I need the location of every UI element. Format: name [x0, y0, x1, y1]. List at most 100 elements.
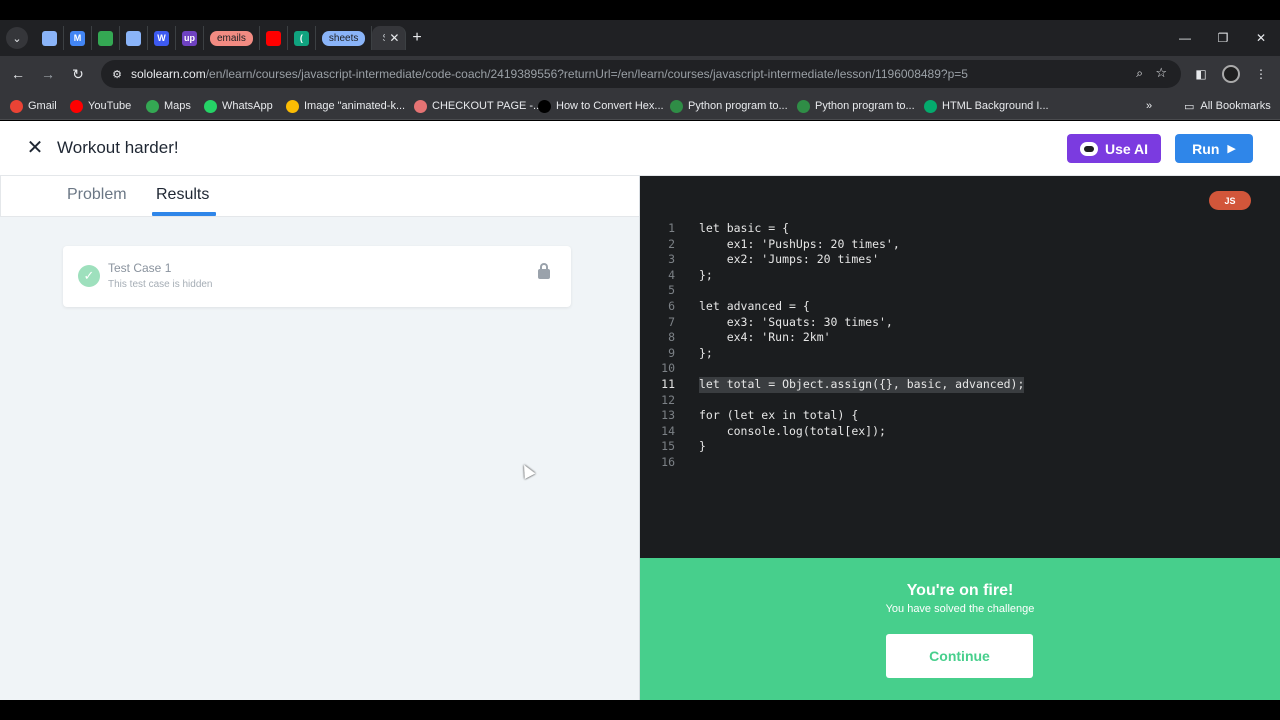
- code-line[interactable]: 4};: [640, 268, 1280, 284]
- bookmark-label: How to Convert Hex...: [556, 100, 664, 112]
- bookmark-label: Python program to...: [688, 100, 788, 112]
- code-text: };: [699, 267, 713, 282]
- close-tab-icon[interactable]: ✕: [389, 31, 399, 45]
- browser-tab[interactable]: [36, 26, 64, 50]
- maps-icon: [146, 99, 159, 113]
- line-number: 4: [668, 267, 675, 282]
- avatar[interactable]: [1222, 65, 1240, 83]
- continue-button[interactable]: Continue: [886, 634, 1033, 678]
- line-number: 10: [661, 361, 675, 376]
- line-number: 3: [668, 252, 675, 267]
- zoom-icon[interactable]: ⌕: [1136, 66, 1143, 81]
- code-line[interactable]: 15}: [640, 439, 1280, 455]
- bookmarks-more-button[interactable]: »: [1146, 98, 1152, 114]
- browser-tab[interactable]: up: [176, 26, 204, 50]
- close-window-icon[interactable]: ✕: [1242, 20, 1280, 56]
- bookmark-item[interactable]: Image "animated-k...: [286, 98, 405, 114]
- line-number: 16: [661, 454, 675, 469]
- code-line[interactable]: 10: [640, 361, 1280, 377]
- whatsapp-icon: [204, 99, 217, 113]
- code-text: let advanced = {: [699, 298, 810, 313]
- all-bookmarks-label: All Bookmarks: [1200, 100, 1271, 112]
- close-icon[interactable]: ✕: [26, 138, 44, 158]
- code-line[interactable]: 12: [640, 393, 1280, 409]
- bookmark-item[interactable]: How to Convert Hex...: [538, 98, 664, 114]
- bookmark-item[interactable]: CHECKOUT PAGE -...: [414, 98, 542, 114]
- all-bookmarks-button[interactable]: ▭ All Bookmarks: [1184, 98, 1271, 114]
- tab-search-button[interactable]: ⌄: [6, 27, 28, 49]
- bookmark-item[interactable]: Python program to...: [670, 98, 788, 114]
- code-lines[interactable]: 1 let basic = {2 ex1: 'PushUps: 20 times'…: [640, 221, 1280, 471]
- bookmark-item[interactable]: WhatsApp: [204, 98, 273, 114]
- bookmark-item[interactable]: Python program to...: [797, 98, 915, 114]
- youtube-icon: [265, 30, 281, 46]
- active-tab-label: S: [382, 33, 385, 44]
- site-info-icon[interactable]: ⚙: [109, 66, 125, 82]
- code-line[interactable]: 3 ex2: 'Jumps: 20 times': [640, 252, 1280, 268]
- tab-results[interactable]: Results: [156, 186, 209, 204]
- code-line[interactable]: 11 let total = Object.assign({}, basic, a…: [640, 376, 1280, 393]
- page-title: Workout harder!: [57, 138, 179, 157]
- forward-icon[interactable]: →: [38, 64, 58, 84]
- browser-tab[interactable]: [120, 26, 148, 50]
- w-icon: [924, 99, 937, 113]
- code-line[interactable]: 7 ex3: 'Squats: 30 times',: [640, 315, 1280, 331]
- bookmark-item[interactable]: YouTube: [70, 98, 131, 114]
- tab-problem[interactable]: Problem: [67, 186, 127, 204]
- active-tab[interactable]: S✕: [372, 26, 407, 50]
- browser-tab[interactable]: W: [148, 26, 176, 50]
- browser-toolbar: ← → ↻ ⚙ sololearn.com/en/learn/courses/j…: [0, 56, 1280, 92]
- minimize-icon[interactable]: —: [1166, 20, 1204, 56]
- code-line[interactable]: 13 for (let ex in total) {: [640, 408, 1280, 424]
- code-text: };: [699, 345, 713, 360]
- play-store-icon: [98, 30, 113, 46]
- code-text: console.log(total[ex]);: [699, 423, 886, 438]
- dropdown-icon: [42, 30, 57, 46]
- use-ai-button[interactable]: Use AI: [1067, 134, 1161, 163]
- bookmark-item[interactable]: Gmail: [10, 98, 57, 114]
- new-tab-icon[interactable]: +: [412, 29, 421, 47]
- bookmark-label: Gmail: [28, 100, 57, 112]
- bookmark-label: CHECKOUT PAGE -...: [432, 100, 543, 112]
- gmail-icon: [10, 99, 23, 113]
- back-icon[interactable]: ←: [8, 64, 28, 84]
- tab-group-emails[interactable]: emails: [204, 26, 260, 50]
- code-text: ex1: 'PushUps: 20 times',: [699, 236, 900, 251]
- code-line[interactable]: 8 ex4: 'Run: 2km': [640, 330, 1280, 346]
- bookmark-star-icon[interactable]: ☆: [1155, 65, 1167, 81]
- bookmark-item[interactable]: Maps: [146, 98, 191, 114]
- browser-tab[interactable]: M: [64, 26, 92, 50]
- code-line[interactable]: 9};: [640, 346, 1280, 362]
- bookmark-item[interactable]: HTML Background I...: [924, 98, 1049, 114]
- code-line[interactable]: 14 console.log(total[ex]);: [640, 424, 1280, 440]
- line-number: 2: [668, 236, 675, 251]
- chevron-down-icon: ⌄: [12, 32, 22, 45]
- address-bar[interactable]: ⚙ sololearn.com/en/learn/courses/javascr…: [101, 60, 1181, 88]
- play-icon: ▶: [1227, 143, 1236, 155]
- folder-icon: ▭: [1184, 100, 1195, 113]
- reload-icon[interactable]: ↻: [68, 64, 88, 84]
- browser-tab[interactable]: [260, 26, 288, 50]
- restore-icon[interactable]: ❐: [1204, 20, 1242, 56]
- check-icon: ✓: [78, 265, 100, 287]
- side-panel-icon[interactable]: ◧: [1192, 65, 1210, 83]
- run-button[interactable]: Run ▶: [1175, 134, 1253, 163]
- active-tab-indicator: [152, 212, 216, 216]
- language-badge[interactable]: JS: [1209, 191, 1251, 210]
- menu-icon[interactable]: ⋮: [1252, 65, 1270, 83]
- tab-group-sheets[interactable]: sheets: [316, 26, 373, 50]
- bookmark-label: HTML Background I...: [942, 100, 1049, 112]
- test-case-card[interactable]: ✓ Test Case 1 This test case is hidden: [63, 246, 571, 307]
- upwork-icon: up: [182, 30, 197, 46]
- code-line[interactable]: 2 ex1: 'PushUps: 20 times',: [640, 237, 1280, 253]
- line-number: 11: [661, 376, 675, 391]
- browser-tab[interactable]: [92, 26, 120, 50]
- browser-tabs: MWupemails(sheetsS✕+: [36, 26, 422, 50]
- code-line[interactable]: 5: [640, 283, 1280, 299]
- code-line[interactable]: 6 let advanced = {: [640, 299, 1280, 315]
- tab-group-label: sheets: [321, 30, 366, 46]
- code-line[interactable]: 16: [640, 455, 1280, 471]
- code-line[interactable]: 1 let basic = {: [640, 221, 1280, 237]
- code-editor[interactable]: JS 1 let basic = {2 ex1: 'PushUps: 20 tim…: [640, 176, 1280, 558]
- browser-tab[interactable]: (: [288, 26, 316, 50]
